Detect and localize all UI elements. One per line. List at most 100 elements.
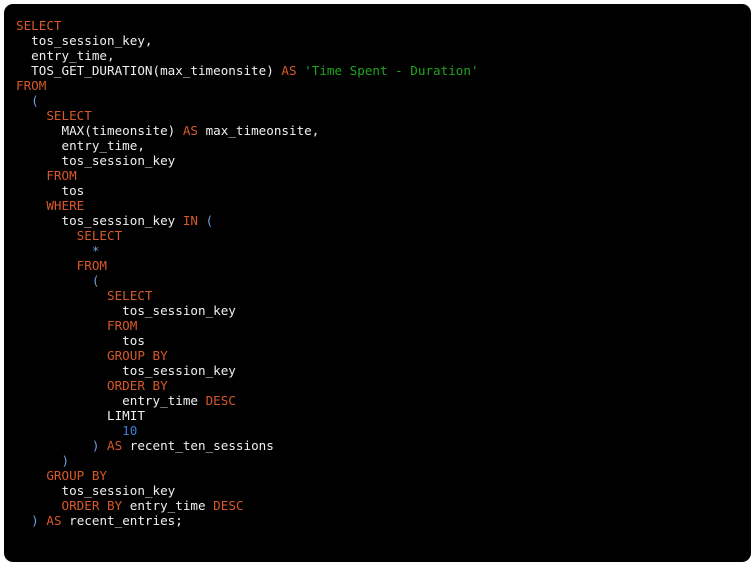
code-line: FROM [16, 318, 739, 333]
code-line: entry_time, [16, 138, 739, 153]
code-line: FROM [16, 168, 739, 183]
code-line: ( [16, 273, 739, 288]
code-token-kw: FROM [46, 168, 77, 183]
code-token-kw: WHERE [46, 198, 85, 213]
code-token-punc: ) [61, 453, 70, 468]
code-token-id: recent_ten_sessions [122, 438, 274, 453]
code-token-id: entry_time, [61, 138, 145, 153]
sql-code-text[interactable]: SELECT tos_session_key, entry_time, TOS_… [16, 18, 739, 528]
code-token-kw: ORDER BY [61, 498, 123, 513]
code-line: * [16, 243, 739, 258]
code-line: tos [16, 183, 739, 198]
code-line: tos_session_key [16, 363, 739, 378]
code-line: ) AS recent_entries; [16, 513, 739, 528]
code-token-str: 'Time Spent - Duration' [304, 63, 479, 78]
page-root: SELECT tos_session_key, entry_time, TOS_… [0, 0, 755, 566]
code-token-id: tos_session_key [61, 213, 183, 228]
code-token-id: tos [61, 183, 85, 198]
code-line: ORDER BY [16, 378, 739, 393]
code-token-kw: DESC [213, 498, 244, 513]
code-line: ( [16, 93, 739, 108]
code-token-punc: ( [31, 93, 39, 108]
code-line: MAX(timeonsite) AS max_timeonsite, [16, 123, 739, 138]
code-line: tos_session_key [16, 303, 739, 318]
code-token-kw: SELECT [46, 108, 92, 123]
code-token-kw: FROM [76, 258, 108, 273]
code-token-id: tos_session_key [61, 483, 176, 498]
code-token-id: max_timeonsite, [198, 123, 320, 138]
code-token-punc: * [91, 243, 100, 258]
code-token-kw: SELECT [76, 228, 123, 243]
code-token-kw: AS [182, 123, 198, 138]
code-line: FROM [16, 258, 739, 273]
code-token-id: entry_time [122, 498, 214, 513]
code-token-id: recent_entries; [61, 513, 183, 528]
code-line: ORDER BY entry_time DESC [16, 498, 739, 513]
code-token-kw: AS [107, 438, 123, 453]
code-line: entry_time DESC [16, 393, 739, 408]
code-token-kw: IN [182, 213, 198, 228]
code-token-punc: ( [91, 273, 100, 288]
code-line: FROM [16, 78, 739, 93]
code-token-id: tos_session_key [61, 153, 176, 168]
code-line: LIMIT [16, 408, 739, 423]
code-token-kw: AS [46, 513, 62, 528]
code-line: tos_session_key, [16, 33, 739, 48]
code-line: tos [16, 333, 739, 348]
code-token-id: tos [122, 333, 145, 348]
code-token-id: tos_session_key [122, 303, 236, 318]
code-token-kw: GROUP BY [107, 348, 168, 363]
code-token-id: entry_time, [31, 48, 115, 63]
code-token-id: tos_session_key, [31, 33, 153, 48]
sql-code-block[interactable]: SELECT tos_session_key, entry_time, TOS_… [4, 4, 751, 562]
code-token-punc: ) [31, 513, 39, 528]
code-line: 10 [16, 423, 739, 438]
code-token-kw: AS [281, 63, 297, 78]
code-token-id: LIMIT [107, 408, 145, 423]
code-line: SELECT [16, 18, 739, 33]
code-token-kw: FROM [16, 78, 47, 93]
code-line: tos_session_key IN ( [16, 213, 739, 228]
code-line: GROUP BY [16, 348, 739, 363]
code-token-kw: FROM [107, 318, 138, 333]
code-token-kw: GROUP BY [46, 468, 108, 483]
code-token-kw: SELECT [107, 288, 153, 303]
code-token-kw: ORDER BY [107, 378, 168, 393]
code-token-id: tos_session_key [122, 363, 236, 378]
code-token-kw: DESC [205, 393, 236, 408]
code-line: GROUP BY [16, 468, 739, 483]
code-line: entry_time, [16, 48, 739, 63]
code-token-id: MAX(timeonsite) [61, 123, 183, 138]
code-line: WHERE [16, 198, 739, 213]
code-line: TOS_GET_DURATION(max_timeonsite) AS 'Tim… [16, 63, 739, 78]
code-token-punc: ( [205, 213, 214, 228]
code-line: tos_session_key [16, 483, 739, 498]
